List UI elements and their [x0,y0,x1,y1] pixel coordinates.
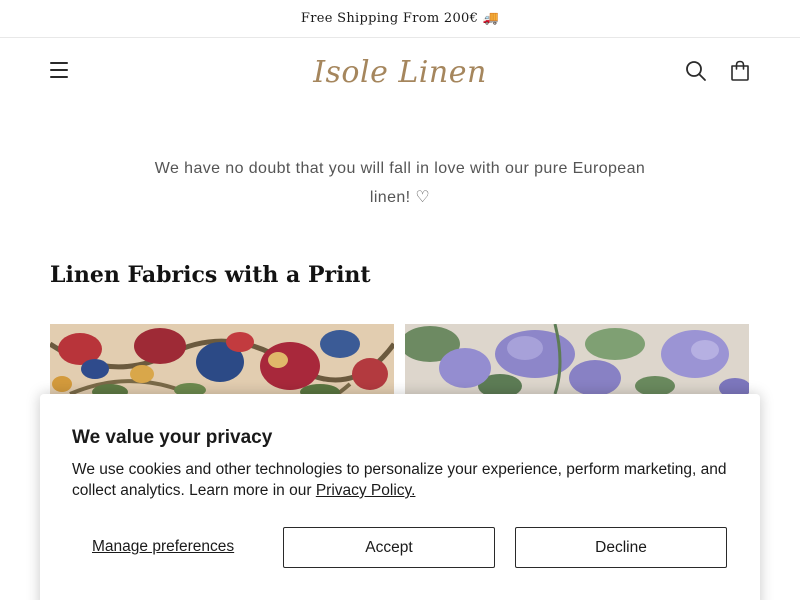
collection-title: Linen Fabrics with a Print [50,262,371,288]
intro-text: We have no doubt that you will fall in l… [154,160,646,206]
menu-icon-line [50,62,68,64]
cart-button[interactable] [727,58,753,84]
site-logo[interactable]: Isole Linen [300,50,500,94]
accept-button[interactable]: Accept [283,527,495,568]
cookie-banner-text: We use cookies and other technologies to… [72,459,732,501]
shopping-bag-icon [731,60,749,81]
search-icon [686,61,706,81]
menu-icon-line [50,69,68,71]
menu-icon-line [50,76,68,78]
site-header: Isole Linen [0,38,800,104]
cookie-banner-title: We value your privacy [72,427,273,448]
announcement-bar: Free Shipping From 200€ 🚚 [0,0,800,38]
announcement-text: Free Shipping From 200€ 🚚 [300,11,500,26]
privacy-policy-link[interactable]: Privacy Policy. [316,482,416,499]
decline-button[interactable]: Decline [515,527,727,568]
manage-preferences-link[interactable]: Manage preferences [92,527,242,567]
menu-button[interactable] [46,56,74,84]
cookie-consent-banner: We value your privacy We use cookies and… [40,394,760,600]
search-button[interactable] [683,58,709,84]
